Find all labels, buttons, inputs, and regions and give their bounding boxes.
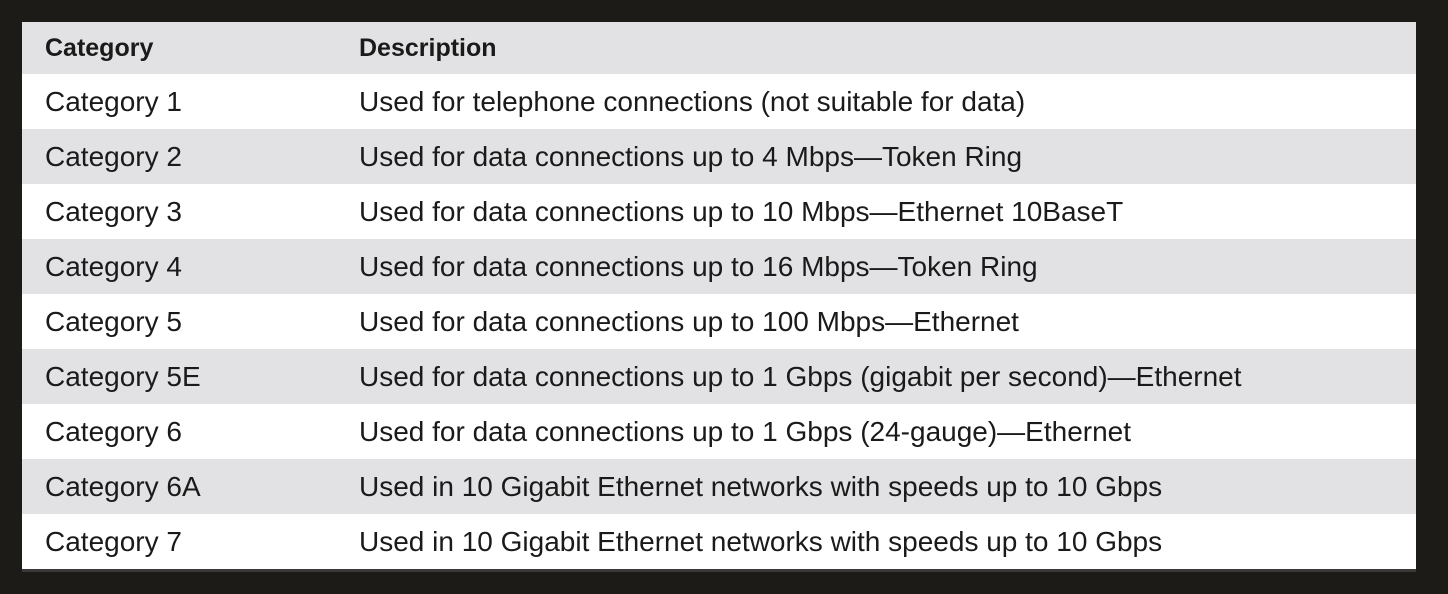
table-row: Category 6 Used for data connections up … <box>22 404 1416 459</box>
table-body: Category 1 Used for telephone connection… <box>22 74 1416 569</box>
column-header-category: Category <box>22 22 359 74</box>
table-row: Category 7 Used in 10 Gigabit Ethernet n… <box>22 514 1416 569</box>
cable-category-table: Category Description Category 1 Used for… <box>22 22 1416 569</box>
category-cell: Category 6 <box>22 404 359 459</box>
category-cell: Category 3 <box>22 184 359 239</box>
category-cell: Category 5 <box>22 294 359 349</box>
description-cell: Used for data connections up to 1 Gbps (… <box>359 349 1416 404</box>
category-cell: Category 5E <box>22 349 359 404</box>
description-cell: Used in 10 Gigabit Ethernet networks wit… <box>359 459 1416 514</box>
table-row: Category 5 Used for data connections up … <box>22 294 1416 349</box>
description-cell: Used in 10 Gigabit Ethernet networks wit… <box>359 514 1416 569</box>
header-row: Category Description <box>22 22 1416 74</box>
column-header-description: Description <box>359 22 1416 74</box>
table-row: Category 3 Used for data connections up … <box>22 184 1416 239</box>
description-cell: Used for data connections up to 100 Mbps… <box>359 294 1416 349</box>
table-row: Category 1 Used for telephone connection… <box>22 74 1416 129</box>
description-cell: Used for data connections up to 4 Mbps—T… <box>359 129 1416 184</box>
description-cell: Used for data connections up to 16 Mbps—… <box>359 239 1416 294</box>
table-row: Category 5E Used for data connections up… <box>22 349 1416 404</box>
table-bottom-rule <box>22 569 1416 572</box>
description-cell: Used for data connections up to 10 Mbps—… <box>359 184 1416 239</box>
table-frame: Category Description Category 1 Used for… <box>22 22 1416 572</box>
description-cell: Used for telephone connections (not suit… <box>359 74 1416 129</box>
table-row: Category 4 Used for data connections up … <box>22 239 1416 294</box>
category-cell: Category 6A <box>22 459 359 514</box>
category-cell: Category 1 <box>22 74 359 129</box>
category-cell: Category 2 <box>22 129 359 184</box>
category-cell: Category 4 <box>22 239 359 294</box>
category-cell: Category 7 <box>22 514 359 569</box>
table-header: Category Description <box>22 22 1416 74</box>
description-cell: Used for data connections up to 1 Gbps (… <box>359 404 1416 459</box>
table-row: Category 6A Used in 10 Gigabit Ethernet … <box>22 459 1416 514</box>
table-row: Category 2 Used for data connections up … <box>22 129 1416 184</box>
